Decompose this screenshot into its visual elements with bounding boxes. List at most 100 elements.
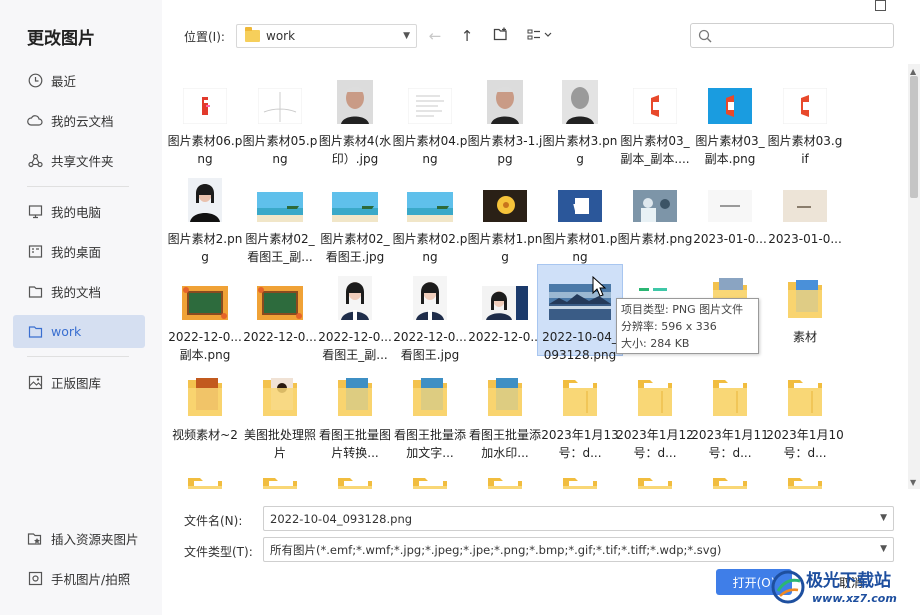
file-item[interactable]: 图片素材02_看图王.jpg	[319, 172, 391, 264]
file-thumbnail	[186, 374, 224, 421]
share-icon	[27, 153, 43, 169]
sidebar-item-label: 我的文档	[51, 285, 102, 300]
file-item[interactable]: 图片素材4(水印）.jpg	[319, 74, 391, 166]
file-item[interactable]: 2022-12-0...副本.png	[168, 270, 242, 362]
file-thumbnail	[257, 286, 303, 323]
file-item[interactable]: 图片素材3-1.jpg	[468, 74, 542, 166]
folder-item[interactable]	[319, 466, 391, 489]
filetype-value: 所有图片(*.emf;*.wmf;*.jpg;*.jpeg;*.jpe;*.pn…	[270, 542, 722, 557]
view-mode-button[interactable]	[524, 24, 556, 48]
file-item[interactable]: 2022-12-0...	[243, 270, 317, 362]
folder-item[interactable]	[694, 466, 766, 489]
file-thumbnail	[411, 472, 449, 489]
file-item[interactable]: 图片素材04.png	[393, 74, 467, 166]
folder-item[interactable]	[469, 466, 541, 489]
folder-item[interactable]	[169, 466, 241, 489]
scrollbar-thumb[interactable]	[910, 76, 918, 198]
location-label: 位置(I):	[184, 30, 225, 44]
filetype-select[interactable]: 所有图片(*.emf;*.wmf;*.jpg;*.jpeg;*.jpe;*.pn…	[263, 537, 894, 562]
new-folder-button[interactable]	[489, 24, 511, 48]
sidebar-item-my-desktop[interactable]: 我的桌面	[13, 235, 145, 268]
chevron-down-icon[interactable]: ▼	[880, 544, 887, 554]
file-item[interactable]: 图片素材03_副本.png	[694, 74, 766, 166]
vertical-scrollbar[interactable]: ▲ ▼	[908, 64, 920, 489]
file-thumbnail	[407, 192, 453, 225]
filename-input[interactable]: 2022-10-04_093128.png ▼	[263, 506, 894, 531]
back-button[interactable]: ←	[424, 24, 446, 48]
file-item[interactable]: 2022-12-0...看图王_副...	[318, 270, 392, 362]
file-thumbnail	[411, 374, 449, 421]
scroll-up-icon[interactable]: ▲	[910, 67, 916, 76]
file-item[interactable]: 图片素材.png	[618, 172, 692, 264]
up-button[interactable]: ↑	[456, 24, 478, 48]
file-item[interactable]: 2023-01-0...	[768, 172, 842, 264]
folder-item[interactable]: 看图王批量添加文字...	[394, 368, 466, 460]
sidebar-item-cloud-docs[interactable]: 我的云文档	[13, 104, 145, 137]
sidebar-item-my-documents[interactable]: 我的文档	[13, 275, 145, 308]
file-item[interactable]: 2022-12-0...	[468, 270, 542, 362]
watermark-url: www.xz7.com	[812, 592, 897, 605]
folder-item[interactable]	[544, 466, 616, 489]
folder-icon	[27, 324, 43, 340]
folder-item[interactable]: 看图王批量图片转换...	[319, 368, 391, 460]
location-dropdown[interactable]: work ▼	[236, 24, 417, 48]
file-item[interactable]: 2022-12-0...看图王.jpg	[393, 270, 467, 362]
file-thumbnail	[486, 374, 524, 421]
folder-item[interactable]: 素材	[769, 270, 841, 362]
file-name: 2022-10-04_093128.png	[542, 330, 618, 362]
folder-item[interactable]	[619, 466, 691, 489]
file-name: 图片素材03.gif	[767, 134, 843, 166]
chevron-down-icon[interactable]: ▼	[880, 513, 887, 523]
mouse-cursor-icon	[592, 276, 607, 297]
folder-item[interactable]	[769, 466, 841, 489]
monitor-icon	[27, 204, 43, 220]
sidebar-item-licensed-gallery[interactable]: 正版图库	[13, 366, 145, 399]
file-item[interactable]: 图片素材3.png	[543, 74, 617, 166]
file-thumbnail	[336, 374, 374, 421]
sidebar-item-shared-folder[interactable]: 共享文件夹	[13, 144, 145, 177]
sidebar-item-my-computer[interactable]: 我的电脑	[13, 195, 145, 228]
arrow-up-icon: ↑	[460, 27, 474, 45]
file-thumbnail	[182, 87, 228, 127]
sidebar-item-insert-resource-folder[interactable]: 插入资源夹图片	[13, 522, 145, 555]
chevron-down-icon: ▼	[403, 31, 410, 41]
new-folder-icon	[493, 27, 508, 45]
gallery-icon	[27, 375, 43, 391]
file-item[interactable]: W 图片素材01.png	[543, 172, 617, 264]
window-restore-button[interactable]	[875, 0, 886, 11]
folder-item[interactable]: 2023年1月13号：d...	[541, 368, 619, 460]
folder-item[interactable]: 2023年1月10号：d...	[766, 368, 844, 460]
file-thumbnail	[482, 286, 528, 323]
file-name: 图片素材1.png	[467, 232, 543, 264]
file-item[interactable]: 图片素材06.png	[168, 74, 242, 166]
file-thumbnail	[632, 87, 678, 127]
camera-icon	[27, 571, 43, 587]
scroll-down-icon[interactable]: ▼	[910, 478, 916, 487]
file-item[interactable]: 图片素材02.png	[393, 172, 467, 264]
file-item[interactable]: 图片素材03.gif	[767, 74, 843, 166]
watermark-title: 极光下载站	[806, 571, 891, 591]
folder-item[interactable]: 2023年1月11号：d...	[691, 368, 769, 460]
file-thumbnail	[708, 190, 752, 225]
sidebar-item-phone-photos[interactable]: 手机图片/拍照	[13, 562, 145, 595]
folder-item[interactable]: 看图王批量添加水印...	[469, 368, 541, 460]
sidebar-item-recent[interactable]: 最近	[13, 64, 145, 97]
file-item[interactable]: 图片素材2.png	[168, 172, 242, 264]
folder-item[interactable]	[394, 466, 466, 489]
sidebar-item-label: 最近	[51, 74, 77, 89]
file-item[interactable]: 图片素材05.png	[243, 74, 317, 166]
sidebar-item-label: 我的云文档	[51, 114, 114, 129]
sidebar-item-work[interactable]: work	[13, 315, 145, 348]
folder-item[interactable]	[244, 466, 316, 489]
file-item[interactable]: 2023-01-0...	[693, 172, 767, 264]
file-item[interactable]: 图片素材02_看图王_副...	[244, 172, 316, 264]
list-view-icon	[527, 27, 553, 45]
file-item[interactable]: 图片素材1.png	[467, 172, 543, 264]
tooltip-type: 项目类型: PNG 图片文件	[621, 303, 744, 316]
file-grid: 图片素材06.png 图片素材05.png 图片素材4(水印）.jpg 图片素材04.…	[163, 64, 908, 489]
file-item[interactable]: 图片素材03_副本_副本....	[619, 74, 691, 166]
folder-item[interactable]: 2023年1月12号：d...	[616, 368, 694, 460]
search-input[interactable]	[690, 23, 894, 48]
folder-item[interactable]: 视频素材~2	[169, 368, 241, 460]
folder-item[interactable]: 美图批处理照片	[244, 368, 316, 460]
